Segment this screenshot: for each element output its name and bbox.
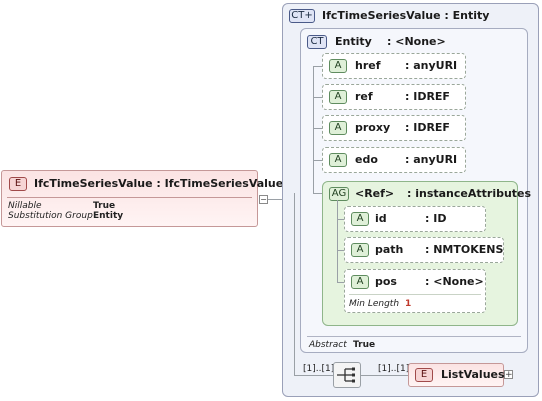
connector-line <box>294 193 295 375</box>
element-badge: E <box>415 368 433 382</box>
attribute-name: path <box>375 243 404 256</box>
attribute-badge: A <box>329 153 347 167</box>
attribute-name: pos <box>375 275 397 288</box>
complex-type-badge: CT+ <box>289 9 315 23</box>
attribute-name: href <box>355 59 381 72</box>
entity-name: Entity <box>335 35 372 48</box>
attribute-group-badge: AG <box>329 187 349 201</box>
attribute-type: : ID <box>425 212 447 225</box>
attribute-type: : IDREF <box>405 90 450 103</box>
element-title: IfcTimeSeriesValue : IfcTimeSeriesValue <box>34 177 284 190</box>
sequence-occurs: [1]..[1] <box>303 364 335 374</box>
divider <box>349 294 481 295</box>
connector-line <box>361 375 408 376</box>
attribute-href[interactable]: A href : anyURI <box>322 53 466 79</box>
connector-line <box>294 375 334 376</box>
attribute-proxy[interactable]: A proxy : IDREF <box>322 115 466 141</box>
divider <box>7 197 252 198</box>
element-listvalues[interactable]: E ListValues <box>408 363 505 387</box>
nillable-label: Nillable <box>8 201 42 211</box>
attribute-badge: A <box>351 275 369 289</box>
attribute-badge: A <box>329 59 347 73</box>
complex-type-title: IfcTimeSeriesValue : Entity <box>322 9 490 22</box>
element-badge: E <box>9 177 27 191</box>
nillable-value: True <box>93 201 116 211</box>
attribute-type: : NMTOKENS <box>425 243 504 256</box>
attribute-group-name: <Ref> <box>355 187 395 200</box>
attribute-badge: A <box>329 90 347 104</box>
attribute-type: : <None> <box>425 275 484 288</box>
element-name: ListValues <box>441 368 505 381</box>
attribute-name: id <box>375 212 387 225</box>
attribute-group-type: : instanceAttributes <box>407 187 532 200</box>
attribute-ref[interactable]: A ref : IDREF <box>322 84 466 110</box>
expand-toggle[interactable]: + <box>504 370 513 380</box>
tree-line <box>337 200 338 282</box>
attribute-badge: A <box>329 121 347 135</box>
sequence-icon <box>337 367 355 383</box>
tree-line <box>313 66 314 194</box>
abstract-label: Abstract <box>309 340 347 350</box>
attribute-badge: A <box>351 212 369 226</box>
min-length-label: Min Length <box>349 299 400 309</box>
attribute-type: : anyURI <box>405 59 458 72</box>
attribute-name: edo <box>355 153 378 166</box>
collapse-toggle[interactable]: − <box>259 195 268 204</box>
attribute-type: : anyURI <box>405 153 458 166</box>
entity-badge: CT <box>307 35 327 49</box>
attribute-path[interactable]: A path : NMTOKENS <box>344 237 504 263</box>
attribute-edo[interactable]: A edo : anyURI <box>322 147 466 173</box>
sequence-compositor[interactable] <box>333 362 361 388</box>
entity-type: : <None> <box>387 35 446 48</box>
abstract-value: True <box>353 340 376 350</box>
attribute-pos[interactable]: A pos : <None> Min Length 1 <box>344 269 486 313</box>
attribute-badge: A <box>351 243 369 257</box>
substitution-group-value: Entity <box>93 211 124 221</box>
attribute-name: proxy <box>355 121 391 134</box>
list-values-occurs: [1]..[1] <box>378 364 410 374</box>
element-ifctimeseriesvalue[interactable]: E IfcTimeSeriesValue : IfcTimeSeriesValu… <box>1 170 283 227</box>
attribute-type: : IDREF <box>405 121 450 134</box>
substitution-group-label: Substitution Group <box>8 211 93 221</box>
attribute-id[interactable]: A id : ID <box>344 206 486 232</box>
divider <box>307 336 521 337</box>
min-length-value: 1 <box>405 299 412 309</box>
attribute-name: ref <box>355 90 373 103</box>
